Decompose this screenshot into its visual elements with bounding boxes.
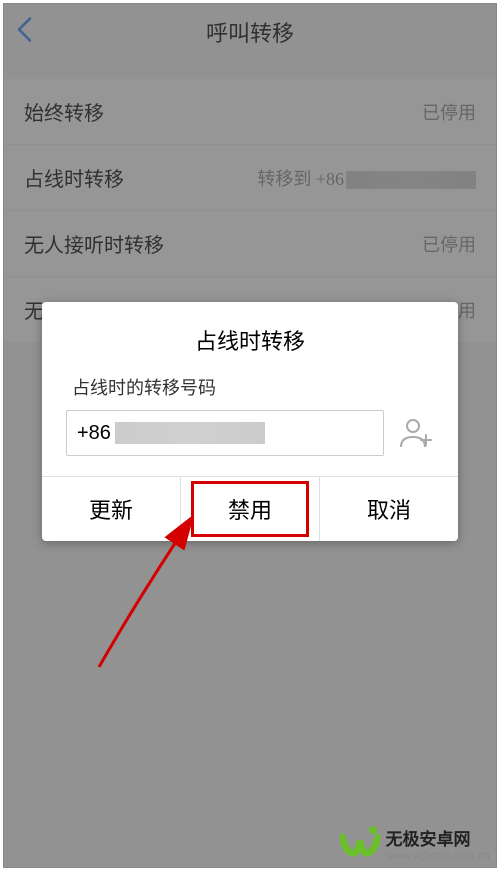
phone-number-input[interactable]: +86 <box>66 410 384 456</box>
busy-forward-dialog: 占线时转移 占线时的转移号码 +86 更新 禁用 取消 <box>42 302 458 541</box>
dialog-buttons: 更新 禁用 取消 <box>42 476 458 541</box>
watermark-logo-icon <box>340 823 380 863</box>
add-contact-icon[interactable] <box>398 415 434 451</box>
phone-prefix: +86 <box>77 422 111 445</box>
watermark: 无极安卓网 www.wjhotel.com.cn <box>340 823 490 863</box>
dialog-subtitle: 占线时的转移号码 <box>42 368 458 410</box>
screen: 呼叫转移 始终转移 已停用 占线时转移 转移到 +86 无人接听时转移 已停用 … <box>3 3 497 868</box>
disable-button[interactable]: 禁用 <box>180 477 319 541</box>
dialog-title: 占线时转移 <box>42 302 458 368</box>
update-button[interactable]: 更新 <box>42 477 180 541</box>
watermark-url: www.wjhotel.com.cn <box>386 850 490 862</box>
cancel-button[interactable]: 取消 <box>319 477 458 541</box>
input-row: +86 <box>42 410 458 476</box>
watermark-title: 无极安卓网 <box>386 825 490 850</box>
redacted-number <box>115 422 265 444</box>
